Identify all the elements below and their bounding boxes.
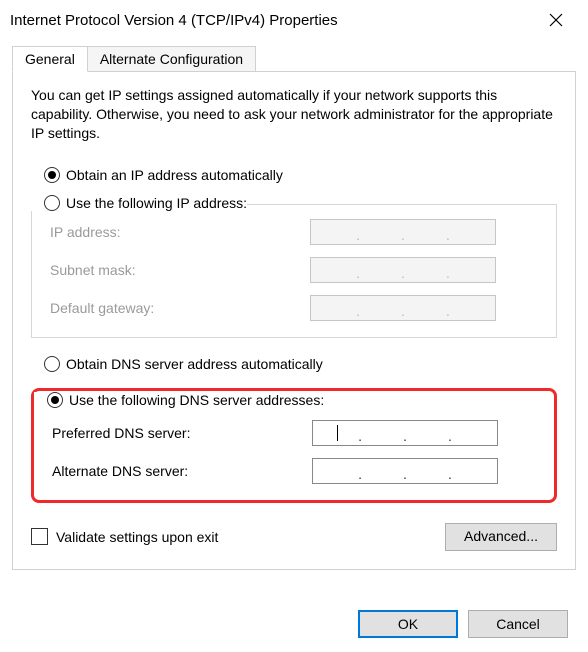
ip-address-input: . . .: [310, 219, 496, 245]
preferred-dns-label: Preferred DNS server:: [52, 425, 312, 441]
tab-panel-general: You can get IP settings assigned automat…: [12, 71, 576, 570]
tab-strip: General Alternate Configuration: [12, 46, 576, 71]
subnet-mask-input: . . .: [310, 257, 496, 283]
dialog-content: General Alternate Configuration You can …: [0, 40, 588, 582]
ip-address-label: IP address:: [50, 224, 310, 240]
dns-fieldset: Preferred DNS server: . . . Alternate DN…: [34, 412, 554, 500]
radio-use-ip-manual[interactable]: [44, 195, 60, 211]
ip-fieldset: IP address: . . . Subnet mask: . .: [31, 204, 557, 338]
tab-alternate-configuration[interactable]: Alternate Configuration: [87, 46, 256, 71]
ipv4-properties-dialog: Internet Protocol Version 4 (TCP/IPv4) P…: [0, 0, 588, 652]
cancel-button[interactable]: Cancel: [468, 610, 568, 638]
ok-button[interactable]: OK: [358, 610, 458, 638]
validate-settings-label: Validate settings upon exit: [56, 529, 218, 545]
alternate-dns-input[interactable]: . . .: [312, 458, 498, 484]
titlebar: Internet Protocol Version 4 (TCP/IPv4) P…: [0, 0, 588, 40]
radio-obtain-ip-auto[interactable]: [44, 167, 60, 183]
radio-obtain-dns-auto-label: Obtain DNS server address automatically: [66, 356, 323, 372]
radio-use-ip-manual-label: Use the following IP address:: [66, 195, 247, 211]
alternate-dns-label: Alternate DNS server:: [52, 463, 312, 479]
default-gateway-input: . . .: [310, 295, 496, 321]
dns-manual-highlight: Use the following DNS server addresses: …: [31, 388, 557, 503]
radio-use-dns-manual[interactable]: [47, 392, 63, 408]
default-gateway-label: Default gateway:: [50, 300, 310, 316]
radio-obtain-dns-auto[interactable]: [44, 356, 60, 372]
footer-row: Validate settings upon exit Advanced...: [31, 523, 557, 551]
window-title: Internet Protocol Version 4 (TCP/IPv4) P…: [10, 12, 533, 29]
tab-general[interactable]: General: [12, 46, 88, 72]
preferred-dns-input[interactable]: . . .: [312, 420, 498, 446]
close-button[interactable]: [533, 5, 578, 35]
radio-obtain-ip-auto-label: Obtain an IP address automatically: [66, 167, 283, 183]
close-icon: [549, 13, 563, 27]
text-caret: [337, 425, 338, 441]
dialog-buttons: OK Cancel: [358, 610, 568, 638]
advanced-button[interactable]: Advanced...: [445, 523, 557, 551]
intro-text: You can get IP settings assigned automat…: [31, 86, 557, 143]
validate-settings-checkbox[interactable]: [31, 528, 48, 545]
radio-use-dns-manual-label: Use the following DNS server addresses:: [69, 392, 324, 408]
subnet-mask-label: Subnet mask:: [50, 262, 310, 278]
